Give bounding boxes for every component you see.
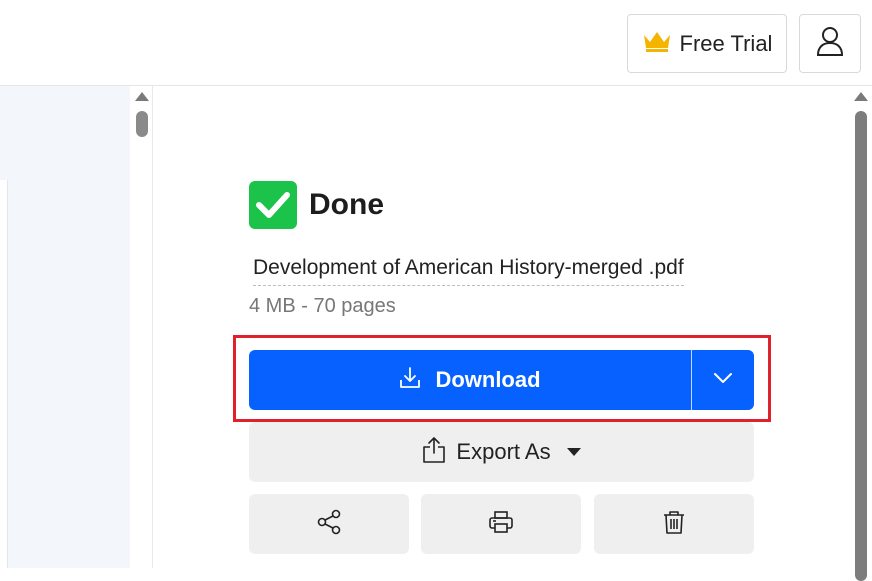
scroll-thumb[interactable] (855, 111, 867, 581)
crown-icon (642, 29, 672, 58)
scroll-thumb[interactable] (136, 111, 148, 137)
download-label: Download (435, 367, 541, 392)
status-title: Done (309, 188, 384, 221)
share-button[interactable] (249, 494, 409, 554)
export-as-button[interactable]: Export As (249, 422, 754, 482)
user-account-button[interactable] (799, 14, 861, 73)
file-name[interactable]: Development of American History-merged .… (253, 256, 684, 286)
print-icon (488, 509, 514, 540)
scroll-up-arrow[interactable] (854, 92, 868, 101)
status-row: Done (249, 181, 384, 229)
trash-icon (661, 509, 687, 540)
export-icon (422, 436, 446, 469)
checkmark-icon (249, 181, 297, 229)
free-trial-button[interactable]: Free Trial (627, 14, 787, 73)
top-bar: Free Trial (0, 0, 872, 86)
panel-scrollbar[interactable] (852, 86, 872, 581)
caret-down-icon (566, 448, 581, 456)
export-label: Export As (456, 439, 551, 464)
user-icon (816, 26, 844, 61)
preview-scrollbar[interactable] (130, 86, 152, 568)
print-button[interactable] (421, 494, 581, 554)
download-button[interactable]: Download (249, 350, 691, 410)
file-info: 4 MB - 70 pages (249, 295, 396, 317)
free-trial-label: Free Trial (679, 30, 773, 56)
document-preview-pane (0, 86, 130, 568)
download-options-button[interactable] (692, 350, 754, 410)
download-icon (399, 366, 421, 395)
scroll-up-arrow[interactable] (135, 92, 149, 101)
chevron-down-icon (713, 371, 733, 389)
document-page-edge (0, 180, 8, 568)
delete-button[interactable] (594, 494, 754, 554)
download-button-group: Download (249, 350, 754, 410)
share-icon (316, 509, 342, 540)
